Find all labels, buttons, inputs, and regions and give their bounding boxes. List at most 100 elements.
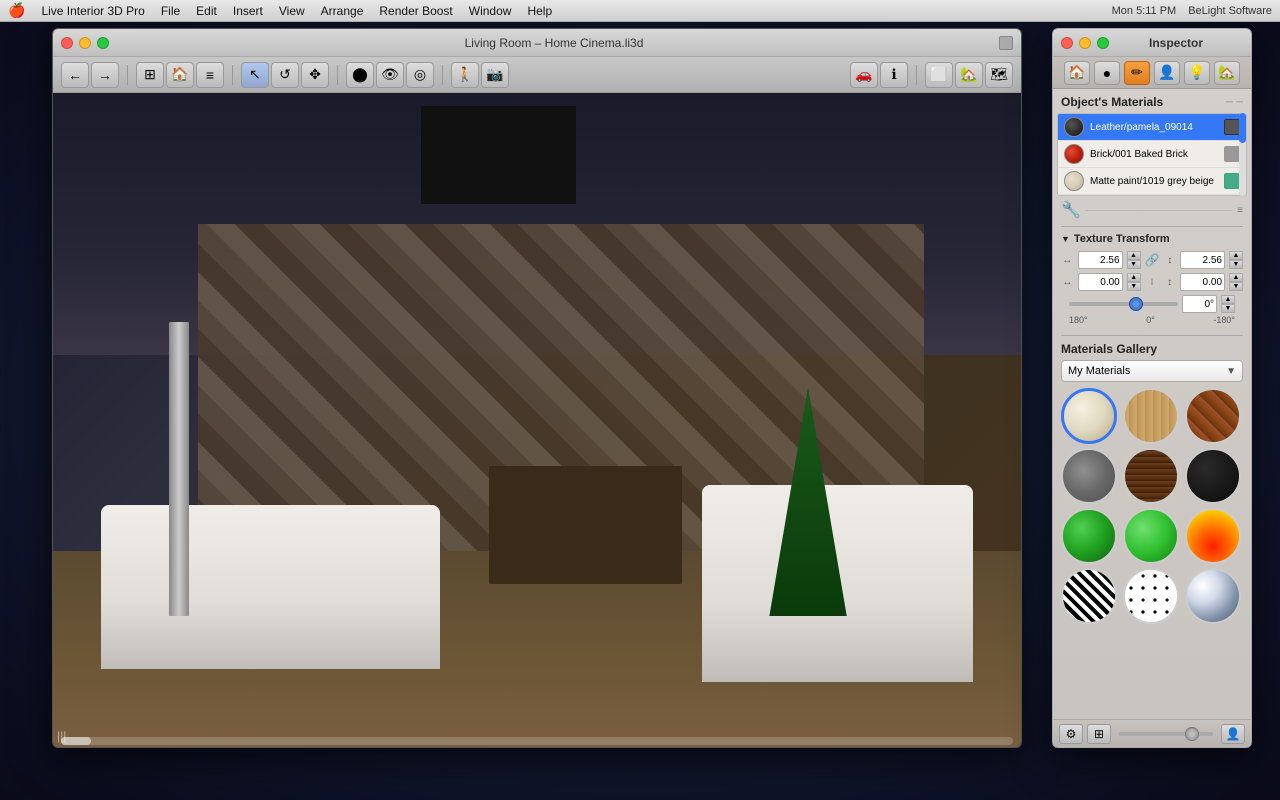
materials-list: Leather/pamela_09014 Brick/001 Baked Bri…	[1057, 113, 1247, 196]
angle-stepper: ▲ ▼	[1221, 295, 1235, 313]
tt-hoff-down[interactable]: ▼	[1127, 282, 1141, 291]
menu-file[interactable]: File	[161, 4, 180, 18]
camera-btn[interactable]: 📷	[481, 62, 509, 88]
gallery-item-1[interactable]	[1123, 388, 1179, 444]
tt-voff-up[interactable]: ▲	[1229, 273, 1243, 282]
menu-help[interactable]: Help	[527, 4, 552, 18]
tt-voff-input[interactable]	[1180, 273, 1225, 291]
apple-menu[interactable]: 🍎	[8, 2, 25, 19]
gallery-dropdown[interactable]: My Materials ▼	[1061, 360, 1243, 382]
floorplan-btn[interactable]: ⊞	[136, 62, 164, 88]
walk-btn[interactable]: 🚶	[451, 62, 479, 88]
materials-scrollbar[interactable]	[1239, 113, 1246, 196]
angle-slider-thumb[interactable]	[1129, 297, 1143, 311]
viewport-scrollbar[interactable]	[61, 737, 1013, 745]
material-item-brick[interactable]: Brick/001 Baked Brick	[1058, 141, 1246, 168]
gallery-item-9[interactable]	[1061, 568, 1117, 624]
brick-name: Brick/001 Baked Brick	[1090, 148, 1218, 161]
forward-btn[interactable]: →	[91, 62, 119, 88]
gallery-item-7[interactable]	[1123, 508, 1179, 564]
gallery-item-6[interactable]	[1061, 508, 1117, 564]
menu-render[interactable]: Render Boost	[379, 4, 452, 18]
eyedropper-icon[interactable]: 🔧	[1061, 200, 1081, 220]
render-settings-btn[interactable]: ◎	[406, 62, 434, 88]
material-item-leather[interactable]: Leather/pamela_09014	[1058, 114, 1246, 141]
inspector-zoom[interactable]	[1097, 37, 1109, 49]
divider-2	[1061, 335, 1243, 336]
map-btn[interactable]: 🗺	[985, 62, 1013, 88]
tt-h-input[interactable]	[1078, 251, 1123, 269]
tab-house[interactable]: 🏠	[1064, 61, 1090, 85]
tab-person[interactable]: 👤	[1154, 61, 1180, 85]
close-button[interactable]	[61, 37, 73, 49]
gallery-item-0[interactable]	[1061, 388, 1117, 444]
menubar-right: Mon 5:11 PM BeLight Software	[1112, 5, 1272, 17]
person-btn[interactable]: 👤	[1221, 724, 1245, 744]
leather-icon	[1224, 119, 1240, 135]
material-item-matte[interactable]: Matte paint/1019 grey beige	[1058, 168, 1246, 195]
tab-house2[interactable]: 🏡	[1214, 61, 1240, 85]
inspector-close[interactable]	[1061, 37, 1073, 49]
car-btn[interactable]: 🚗	[850, 62, 878, 88]
menu-view[interactable]: View	[279, 4, 305, 18]
size-slider-track[interactable]	[1119, 732, 1213, 736]
matte-swatch	[1064, 171, 1084, 191]
orbit-btn[interactable]: ↺	[271, 62, 299, 88]
tt-v-input[interactable]	[1180, 251, 1225, 269]
angle-down[interactable]: ▼	[1221, 304, 1235, 313]
tt-v-down[interactable]: ▼	[1229, 260, 1243, 269]
angle-slider-row: ▲ ▼	[1061, 295, 1243, 313]
3d-scene[interactable]	[53, 93, 1021, 747]
link-icon[interactable]: 🔗	[1145, 252, 1160, 268]
link-label-i: I	[1145, 274, 1160, 290]
tab-object[interactable]: ●	[1094, 61, 1120, 85]
tt-hoff-stepper: ▲ ▼	[1127, 273, 1141, 291]
angle-input[interactable]	[1182, 295, 1217, 313]
menu-window[interactable]: Window	[469, 4, 512, 18]
house3-btn[interactable]: 🏡	[955, 62, 983, 88]
render-eye-btn[interactable]: 👁	[376, 62, 404, 88]
tt-voff-down[interactable]: ▼	[1229, 282, 1243, 291]
inspector-minimize[interactable]	[1079, 37, 1091, 49]
menu-insert[interactable]: Insert	[233, 4, 263, 18]
tt-h-down[interactable]: ▼	[1127, 260, 1141, 269]
back-btn[interactable]: ←	[61, 62, 89, 88]
tt-v-up[interactable]: ▲	[1229, 251, 1243, 260]
menu-app[interactable]: Live Interior 3D Pro	[41, 4, 144, 18]
gallery-item-5[interactable]	[1185, 448, 1241, 504]
3d-btn[interactable]: 🏠	[166, 62, 194, 88]
tt-hoff-up[interactable]: ▲	[1127, 273, 1141, 282]
gallery-item-11[interactable]	[1185, 568, 1241, 624]
gallery-item-3[interactable]	[1061, 448, 1117, 504]
materials-scroll-container: Leather/pamela_09014 Brick/001 Baked Bri…	[1053, 113, 1251, 196]
tt-hoff-input[interactable]	[1078, 273, 1123, 291]
frame-btn[interactable]: ⬜	[925, 62, 953, 88]
gallery-item-4[interactable]	[1123, 448, 1179, 504]
divider-1	[1061, 226, 1243, 227]
gallery-item-8[interactable]	[1185, 508, 1241, 564]
render-sphere-btn[interactable]: ⬤	[346, 62, 374, 88]
menu-edit[interactable]: Edit	[196, 4, 217, 18]
angle-up[interactable]: ▲	[1221, 295, 1235, 304]
size-slider-thumb[interactable]	[1185, 727, 1199, 741]
viewport[interactable]: |||	[53, 93, 1021, 747]
info-btn[interactable]: ℹ	[880, 62, 908, 88]
materials-scrollbar-thumb[interactable]	[1239, 113, 1246, 143]
menu-arrange[interactable]: Arrange	[321, 4, 364, 18]
gallery-item-10[interactable]	[1123, 568, 1179, 624]
tab-light[interactable]: 💡	[1184, 61, 1210, 85]
grid-btn[interactable]: ⊞	[1087, 724, 1111, 744]
window-zoom-box[interactable]	[999, 36, 1013, 50]
angle-label-right: -180°	[1213, 315, 1235, 325]
settings-btn[interactable]: ⚙	[1059, 724, 1083, 744]
list-btn[interactable]: ≡	[196, 62, 224, 88]
main-toolbar: ← → ⊞ 🏠 ≡ ↖ ↺ ✥ ⬤ 👁 ◎ 🚶 📷 🚗 ℹ	[53, 57, 1021, 93]
tab-material[interactable]: ✏	[1124, 61, 1150, 85]
select-btn[interactable]: ↖	[241, 62, 269, 88]
zoom-button[interactable]	[97, 37, 109, 49]
move-btn[interactable]: ✥	[301, 62, 329, 88]
minimize-button[interactable]	[79, 37, 91, 49]
tt-h-up[interactable]: ▲	[1127, 251, 1141, 260]
gallery-item-2[interactable]	[1185, 388, 1241, 444]
angle-slider-track[interactable]	[1069, 302, 1178, 306]
